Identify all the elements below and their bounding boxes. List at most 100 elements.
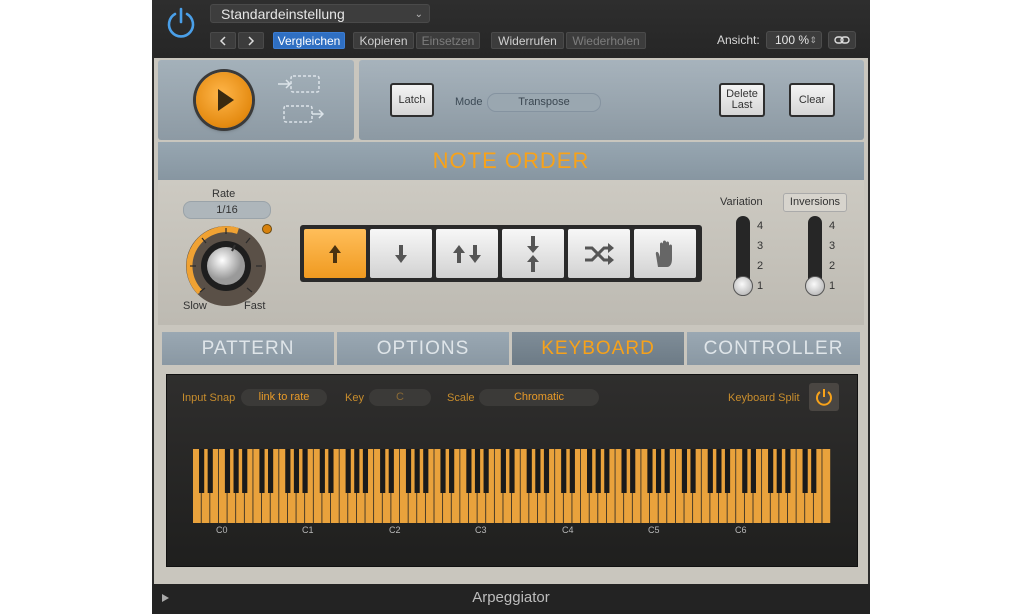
redo-button[interactable]: Wiederholen — [566, 32, 646, 49]
tab-controller[interactable]: CONTROLLER — [687, 332, 860, 365]
tab-options[interactable]: OPTIONS — [337, 332, 509, 365]
mode-label: Mode — [455, 96, 483, 108]
order-up-button[interactable] — [304, 229, 366, 278]
tab-keyboard[interactable]: KEYBOARD — [512, 332, 684, 365]
black-key[interactable] — [207, 449, 213, 493]
link-icon — [834, 36, 850, 44]
input-snap-field[interactable]: link to rate — [241, 389, 327, 406]
black-key[interactable] — [440, 449, 446, 493]
copy-button[interactable]: Kopieren — [353, 32, 414, 49]
octave-label-c0: C0 — [216, 525, 228, 535]
black-key[interactable] — [509, 449, 515, 493]
black-key[interactable] — [630, 449, 636, 493]
clear-button[interactable]: Clear — [789, 83, 835, 117]
preset-dropdown[interactable]: Standardeinstellung ⌄ — [210, 4, 430, 23]
order-manual-button[interactable] — [634, 229, 696, 278]
black-key[interactable] — [664, 449, 670, 493]
view-label: Ansicht: — [717, 33, 760, 47]
order-up-down-button[interactable] — [436, 229, 498, 278]
black-key[interactable] — [414, 449, 420, 493]
link-button[interactable] — [828, 31, 856, 49]
black-key[interactable] — [449, 449, 455, 493]
black-key[interactable] — [380, 449, 386, 493]
black-key[interactable] — [569, 449, 575, 493]
keyboard-split-button[interactable] — [809, 383, 839, 411]
octave-label-c1: C1 — [302, 525, 314, 535]
black-key[interactable] — [535, 449, 541, 493]
black-key[interactable] — [707, 449, 713, 493]
black-key[interactable] — [526, 449, 532, 493]
white-key[interactable] — [822, 449, 831, 523]
rate-knob[interactable] — [184, 224, 268, 308]
black-key[interactable] — [604, 449, 610, 493]
black-key[interactable] — [199, 449, 205, 493]
black-key[interactable] — [647, 449, 653, 493]
black-key[interactable] — [293, 449, 300, 493]
black-key[interactable] — [362, 449, 369, 493]
black-key[interactable] — [474, 449, 481, 493]
black-key[interactable] — [811, 449, 817, 493]
zoom-dropdown[interactable]: 100 % ⇕ — [766, 31, 822, 49]
black-key[interactable] — [655, 449, 662, 493]
black-key[interactable] — [405, 449, 412, 493]
black-key[interactable] — [259, 449, 265, 493]
black-key[interactable] — [595, 449, 601, 493]
black-key[interactable] — [681, 449, 688, 493]
inversions-tick-3: 3 — [829, 240, 836, 252]
key-field[interactable]: C — [369, 389, 431, 406]
rate-field[interactable]: 1/16 — [183, 201, 271, 219]
midi-routing-icon — [278, 75, 324, 123]
black-key[interactable] — [776, 449, 782, 493]
black-key[interactable] — [388, 449, 394, 493]
back-button[interactable] — [210, 32, 236, 49]
play-button[interactable] — [196, 72, 252, 128]
black-key[interactable] — [500, 449, 506, 493]
note-order-header: NOTE ORDER — [158, 142, 864, 180]
latch-button[interactable]: Latch — [390, 83, 434, 117]
black-key[interactable] — [302, 449, 308, 493]
black-key[interactable] — [224, 449, 231, 493]
variation-label: Variation — [720, 196, 763, 208]
black-key[interactable] — [543, 449, 550, 493]
paste-button[interactable]: Einsetzen — [416, 32, 480, 49]
compare-button[interactable]: Vergleichen — [273, 32, 345, 49]
black-key[interactable] — [345, 449, 351, 493]
scale-field[interactable]: Chromatic — [479, 389, 599, 406]
black-key[interactable] — [328, 449, 334, 493]
black-key[interactable] — [268, 449, 274, 493]
mode-field[interactable]: Transpose — [487, 93, 601, 112]
black-key[interactable] — [742, 449, 748, 493]
power-icon[interactable] — [164, 6, 198, 40]
black-key[interactable] — [690, 449, 696, 493]
tab-pattern[interactable]: PATTERN — [162, 332, 334, 365]
black-key[interactable] — [724, 449, 731, 493]
black-key[interactable] — [483, 449, 489, 493]
black-key[interactable] — [785, 449, 791, 493]
black-key[interactable] — [561, 449, 567, 493]
black-key[interactable] — [233, 449, 239, 493]
rate-sync-indicator[interactable] — [262, 224, 272, 234]
black-key[interactable] — [768, 449, 774, 493]
variation-slider-thumb[interactable] — [733, 276, 753, 296]
forward-button[interactable] — [238, 32, 264, 49]
black-key[interactable] — [354, 449, 360, 493]
inversions-slider-thumb[interactable] — [805, 276, 825, 296]
black-key[interactable] — [423, 449, 429, 493]
shuffle-icon — [585, 242, 614, 265]
undo-button[interactable]: Widerrufen — [491, 32, 564, 49]
order-down-button[interactable] — [370, 229, 432, 278]
delete-last-button[interactable]: Delete Last — [719, 83, 765, 117]
black-key[interactable] — [802, 449, 808, 493]
input-snap-label: Input Snap — [182, 392, 236, 404]
black-key[interactable] — [466, 449, 472, 493]
black-key[interactable] — [750, 449, 756, 493]
order-random-button[interactable] — [568, 229, 630, 278]
black-key[interactable] — [716, 449, 722, 493]
black-key[interactable] — [285, 449, 291, 493]
piano-keyboard[interactable] — [193, 449, 831, 523]
black-key[interactable] — [621, 449, 627, 493]
black-key[interactable] — [242, 449, 248, 493]
black-key[interactable] — [319, 449, 325, 493]
black-key[interactable] — [587, 449, 593, 493]
order-converge-button[interactable] — [502, 229, 564, 278]
